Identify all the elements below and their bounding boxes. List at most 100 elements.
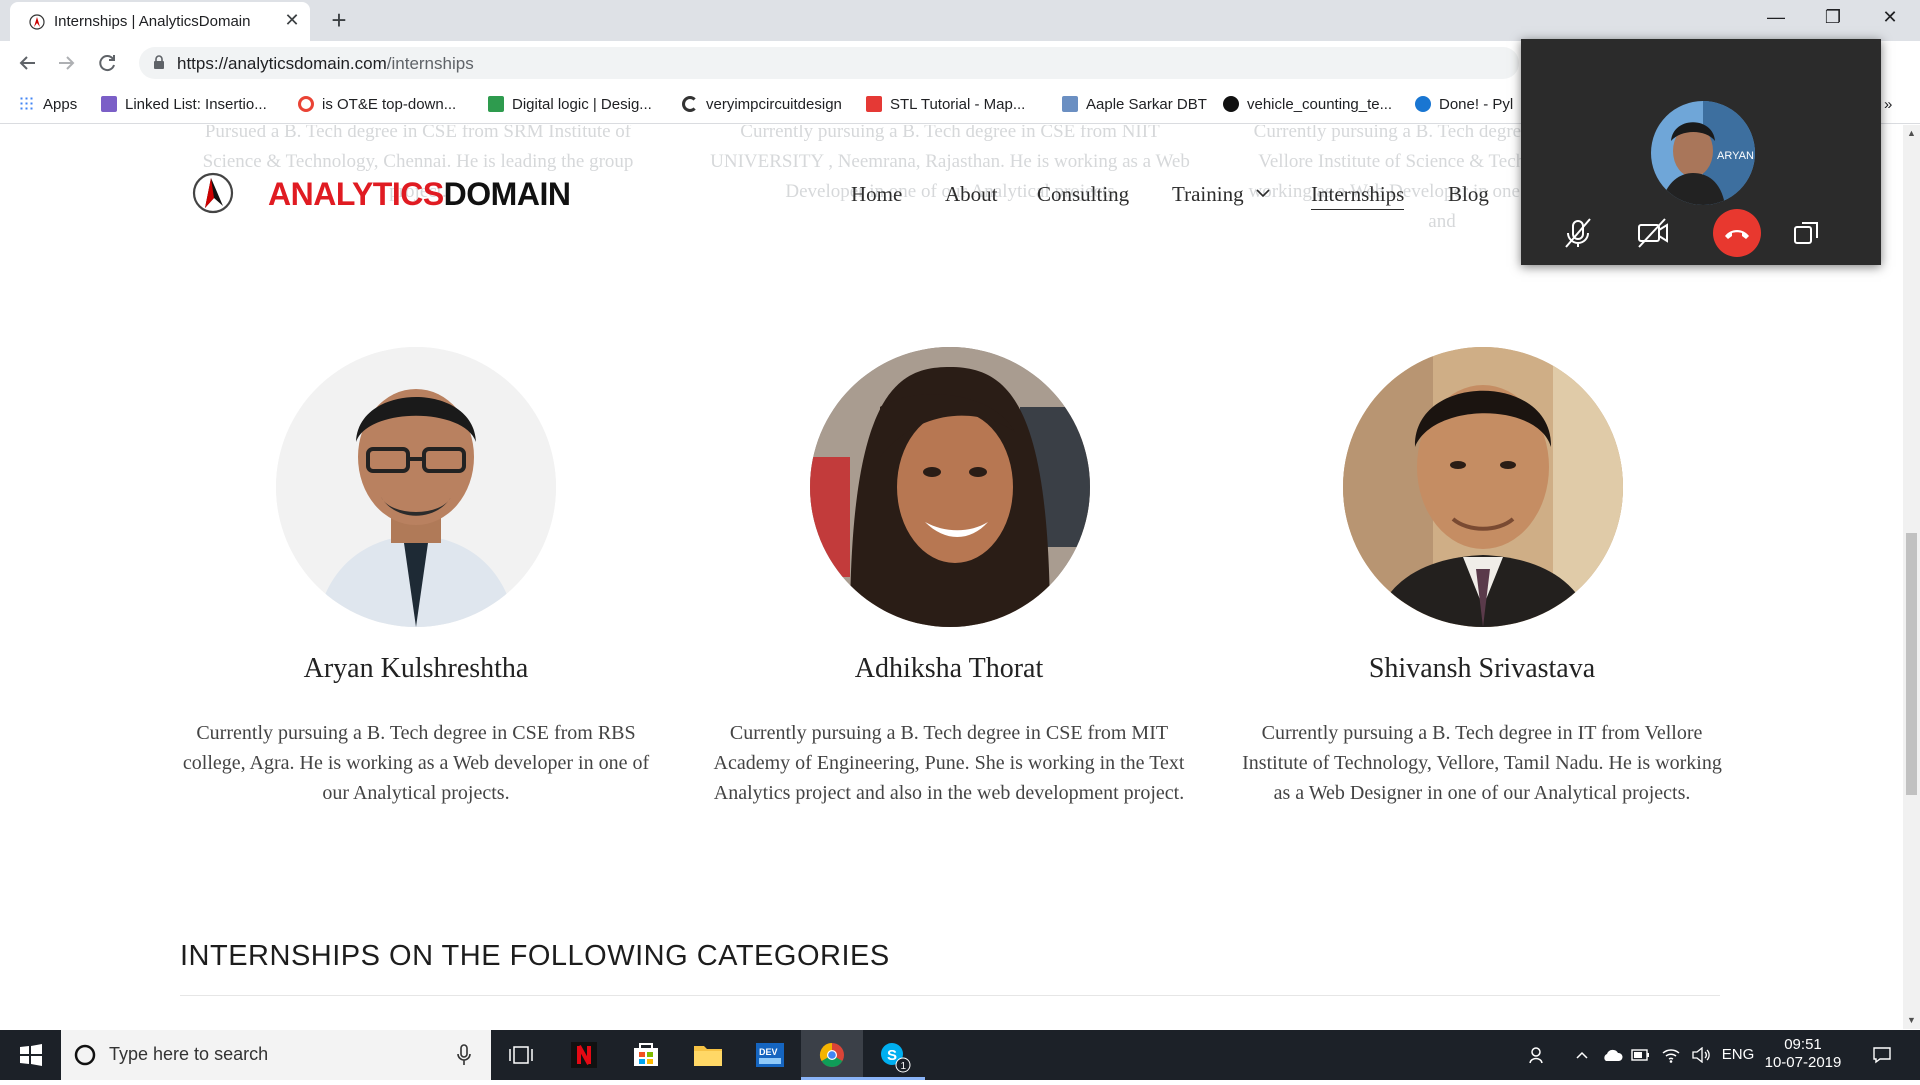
p-icon (1415, 96, 1431, 112)
cpp-icon (866, 96, 882, 112)
clock[interactable]: 09:51 10-07-2019 (1762, 1030, 1844, 1080)
address-bar[interactable]: https://analyticsdomain.com/internships (139, 47, 1519, 79)
end-call-icon[interactable] (1713, 209, 1761, 257)
section-divider (180, 995, 1720, 996)
bookmark-label: Linked List: Insertio... (125, 96, 267, 113)
bookmark-label: Done! - Pyl (1439, 96, 1514, 113)
bookmark-label: veryimpcircuitdesign (706, 96, 842, 113)
c-icon (682, 96, 698, 112)
tab-close-icon[interactable]: ✕ (282, 10, 302, 30)
url-path: /internships (386, 54, 474, 73)
bookmark-label: Digital logic | Desig... (512, 96, 652, 113)
nav-blog[interactable]: Blog (1448, 182, 1489, 207)
bookmarks-overflow-button[interactable]: » (1884, 94, 1892, 116)
microsoft-store-icon[interactable] (615, 1030, 677, 1080)
onedrive-cloud-icon[interactable] (1598, 1030, 1626, 1080)
language-indicator[interactable]: ENG (1718, 1030, 1758, 1080)
tab-internships[interactable]: Internships | AnalyticsDomain ✕ (10, 2, 310, 41)
apps-grid-icon (19, 96, 35, 112)
back-arrow-icon[interactable] (13, 49, 41, 77)
nav-about[interactable]: About (945, 182, 998, 207)
microphone-icon[interactable] (456, 1044, 472, 1066)
bookmark-digital-logic[interactable]: Digital logic | Desig... (488, 94, 652, 116)
analyticsdomain-favicon-icon (29, 14, 45, 30)
person-bio-adhiksha: Currently pursuing a B. Tech degree in C… (713, 722, 1185, 804)
bookmark-vehicle-counting[interactable]: vehicle_counting_te... (1223, 94, 1392, 116)
bookmark-label: Aaple Sarkar DBT (1086, 96, 1207, 113)
clock-date: 10-07-2019 (1764, 1054, 1842, 1071)
skype-badge: 1 (901, 1061, 907, 1072)
avatar-adhiksha (810, 347, 1090, 627)
avatar-aryan (276, 347, 556, 627)
person-name-adhiksha: Adhiksha Thorat (854, 653, 1044, 684)
search-placeholder: Type here to search (109, 1044, 269, 1064)
devcpp-icon[interactable]: DEV (739, 1030, 801, 1080)
task-view-icon[interactable] (491, 1030, 553, 1080)
skype-call-panel: ARYAN (1521, 39, 1881, 265)
bookmark-label: is OT&E top-down... (322, 96, 457, 113)
windows-start-icon[interactable] (0, 1030, 62, 1080)
doc-icon (1062, 96, 1078, 112)
wifi-icon[interactable] (1658, 1030, 1684, 1080)
volume-icon[interactable] (1688, 1030, 1714, 1080)
bookmark-apps[interactable]: Apps (19, 94, 77, 116)
chrome-taskbar-icon[interactable] (801, 1030, 863, 1080)
lock-icon (154, 55, 164, 69)
reload-icon[interactable] (93, 49, 121, 77)
caller-avatar: ARYAN (1651, 101, 1755, 205)
scroll-up-arrow-icon[interactable]: ▲ (1903, 125, 1920, 142)
netflix-icon[interactable] (553, 1030, 615, 1080)
person-name-shivansh: Shivansh Srivastava (1368, 653, 1596, 684)
bookmark-done[interactable]: Done! - Pyl (1415, 94, 1513, 116)
bookmark-label: STL Tutorial - Map... (890, 96, 1026, 113)
scrollbar-thumb[interactable] (1906, 533, 1917, 795)
geeksforgeeks-icon (101, 96, 117, 112)
svg-text:DEV: DEV (759, 1047, 778, 1057)
person-bio-aryan: Currently pursuing a B. Tech degree in C… (182, 722, 650, 804)
github-icon (1223, 96, 1239, 112)
person-bio-shivansh: Currently pursuing a B. Tech degree in I… (1242, 722, 1722, 804)
person-name-aryan: Aryan Kulshreshtha (303, 653, 529, 684)
dg-icon (488, 96, 504, 112)
google-icon (298, 96, 314, 112)
new-tab-button[interactable]: + (325, 6, 353, 34)
nav-home[interactable]: Home (851, 182, 902, 207)
scroll-down-arrow-icon[interactable]: ▼ (1903, 1012, 1920, 1029)
switch-window-icon[interactable] (1783, 209, 1831, 257)
action-center-icon[interactable] (1862, 1030, 1902, 1080)
video-off-icon[interactable] (1629, 209, 1677, 257)
nav-consulting[interactable]: Consulting (1037, 182, 1129, 207)
svg-text:S: S (887, 1047, 897, 1064)
bookmark-linked-list[interactable]: Linked List: Insertio... (101, 94, 267, 116)
mute-microphone-icon[interactable] (1554, 209, 1602, 257)
nav-training[interactable]: Training (1172, 182, 1271, 207)
bookmark-ote[interactable]: is OT&E top-down... (298, 94, 456, 116)
section-title: INTERNSHIPS ON THE FOLLOWING CATEGORIES (180, 940, 890, 972)
close-window-button[interactable]: ✕ (1862, 0, 1918, 34)
caller-label: ARYAN (1717, 150, 1754, 162)
clock-time: 09:51 (1784, 1036, 1822, 1053)
maximize-button[interactable]: ❐ (1805, 0, 1861, 34)
minimize-button[interactable]: — (1748, 0, 1804, 34)
bookmark-stl-tutorial[interactable]: STL Tutorial - Map... (866, 94, 1025, 116)
avatar-shivansh (1343, 347, 1623, 627)
show-hidden-icons-chevron-icon[interactable] (1570, 1030, 1594, 1080)
tab-strip: Internships | AnalyticsDomain ✕ + — ❐ ✕ (0, 0, 1920, 41)
battery-icon[interactable] (1628, 1030, 1654, 1080)
bookmark-aaple-sarkar[interactable]: Aaple Sarkar DBT (1062, 94, 1207, 116)
nav-training-label: Training (1172, 182, 1244, 206)
taskbar-search-input[interactable]: Type here to search (61, 1030, 491, 1080)
bookmark-label: Apps (43, 96, 78, 113)
page-scrollbar[interactable]: ▲ ▼ (1903, 125, 1920, 1029)
tab-title: Internships | AnalyticsDomain (54, 13, 251, 30)
bookmark-circuitdesign[interactable]: veryimpcircuitdesign (682, 94, 842, 116)
chevron-down-icon (1256, 189, 1270, 198)
bookmark-label: vehicle_counting_te... (1247, 96, 1393, 113)
cortana-circle-icon (74, 1044, 96, 1066)
url-text: https://analyticsdomain.com/internships (177, 54, 474, 74)
forward-arrow-icon[interactable] (53, 49, 81, 77)
skype-taskbar-icon[interactable]: S1 (863, 1030, 925, 1080)
people-icon[interactable] (1520, 1030, 1556, 1080)
file-explorer-icon[interactable] (677, 1030, 739, 1080)
nav-internships[interactable]: Internships (1311, 182, 1405, 210)
